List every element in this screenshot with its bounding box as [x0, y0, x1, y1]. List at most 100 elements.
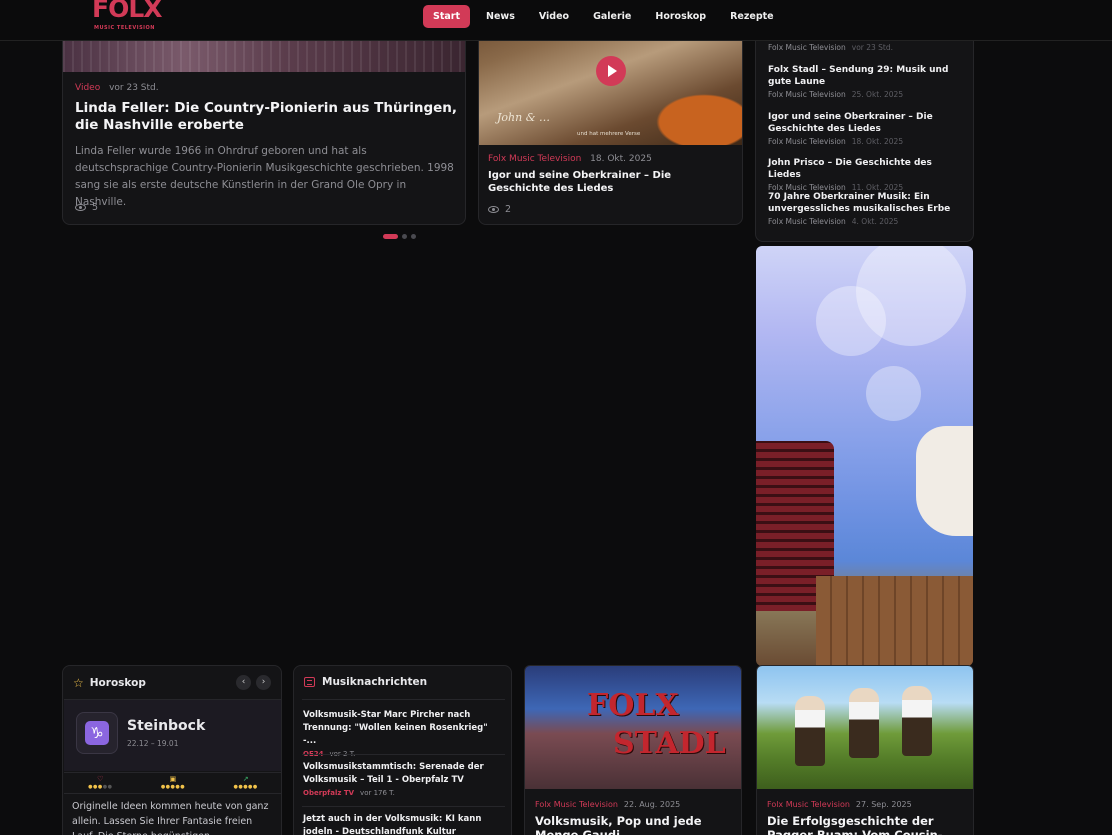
chevron-left-icon[interactable]: ‹: [236, 675, 251, 690]
balloon-shape: [816, 286, 886, 356]
musician-shape: [795, 696, 825, 766]
divider: [302, 754, 505, 755]
article-date: 22. Aug. 2025: [623, 800, 681, 809]
news-list-item[interactable]: Jetzt auch in der Volksmusik: KI kann jo…: [303, 813, 503, 835]
thumbnail-signature: John & …: [497, 111, 550, 124]
article-views: 2: [488, 204, 511, 215]
horoskop-heading: ☆ Horoskop: [73, 676, 146, 690]
list-item-meta: Folx Music Television 18. Okt. 2025: [768, 137, 904, 146]
list-item-meta: Folx Music Television vor 23 Std.: [768, 43, 894, 52]
fence-shape: [816, 576, 973, 666]
news-title[interactable]: Volksmusik-Star Marc Pircher nach Trennu…: [303, 709, 503, 748]
article-category[interactable]: Video: [75, 83, 100, 93]
news-title[interactable]: Volksmusikstammtisch: Serenade der Volks…: [303, 761, 503, 787]
image-text: FOLX: [587, 688, 679, 723]
zodiac-badge: ♑: [76, 712, 118, 754]
sidebar-list-item[interactable]: John Prisco – Die Geschichte des Liedes …: [768, 157, 963, 192]
chevron-right-icon[interactable]: ›: [256, 675, 271, 690]
brand-logo[interactable]: FOLX MUSIC TELEVISION: [92, 0, 172, 34]
list-item-title[interactable]: 70 Jahre Oberkrainer Musik: Ein unverges…: [768, 191, 963, 215]
featured-article-body: Video vor 23 Std. Linda Feller: Die Coun…: [75, 83, 460, 211]
list-item-title[interactable]: John Prisco – Die Geschichte des Liedes: [768, 157, 963, 181]
page: FOLX MUSIC TELEVISION Start News Video G…: [0, 0, 1112, 835]
news-meta: Oberpfalz TV vor 176 T.: [303, 789, 395, 797]
article-time: vor 23 Std.: [109, 83, 159, 93]
article-title[interactable]: Volksmusik, Pop und jede Menge Gaudi: [535, 814, 735, 835]
star-icon: ☆: [73, 676, 84, 690]
sidebar-list-item[interactable]: Igor und seine Oberkrainer – Die Geschic…: [768, 111, 963, 146]
nav-item-horoskop[interactable]: Horoskop: [644, 5, 717, 28]
divider: [302, 806, 505, 807]
nav-item-start[interactable]: Start: [423, 5, 471, 28]
rating-career: ↗ ●●●●●: [233, 774, 258, 791]
newspaper-icon: [304, 677, 315, 687]
horoskop-sign-name: Steinbock: [127, 718, 206, 734]
carousel-pagination: [383, 234, 416, 239]
article-meta: Folx Music Television 27. Sep. 2025: [767, 800, 912, 809]
musician-shape: [849, 688, 879, 758]
list-item-title[interactable]: Folx Stadl – Sendung 29: Musik und gute …: [768, 64, 963, 88]
article-image[interactable]: FOLX STADL: [525, 666, 741, 789]
eye-icon: [75, 204, 86, 211]
heart-icon: ♡: [97, 774, 104, 783]
horoskop-widget: ☆ Horoskop ‹ › ♑ Steinbock 22.12 – 19.01…: [62, 665, 282, 835]
news-list-item[interactable]: Volksmusik-Star Marc Pircher nach Trennu…: [303, 709, 503, 758]
wallet-icon: ▣: [169, 774, 177, 783]
play-icon[interactable]: [596, 56, 626, 86]
article-meta: Folx Music Television 22. Aug. 2025: [535, 800, 680, 809]
musik-heading: Musiknachrichten: [304, 676, 427, 688]
rating-money-dots: ●●●●●: [160, 783, 186, 790]
article-meta: Folx Music Television 18. Okt. 2025: [488, 154, 736, 164]
trend-up-icon: ↗: [242, 774, 249, 783]
rating-love: ♡ ●●●●●: [88, 774, 112, 791]
article-view-count: 2: [505, 204, 512, 215]
thumbnail-caption: und hat mehrere Verse: [577, 131, 641, 137]
carousel-dot[interactable]: [411, 234, 416, 239]
article-title[interactable]: Linda Feller: Die Country-Pionierin aus …: [75, 100, 460, 134]
rating-money: ▣ ●●●●●: [160, 774, 186, 791]
article-category[interactable]: Folx Music Television: [488, 154, 581, 164]
article-title[interactable]: Igor und seine Oberkrainer – Die Geschic…: [488, 169, 736, 195]
article-date: 18. Okt. 2025: [590, 154, 652, 164]
sidebar-list-item[interactable]: Folx Stadl – Sendung 29: Musik und gute …: [768, 64, 963, 99]
article-view-count: 5: [92, 202, 99, 213]
horoskop-sign-dates: 22.12 – 19.01: [127, 739, 179, 748]
image-text: STADL: [613, 726, 726, 761]
article-views: 5: [75, 202, 98, 213]
main-nav: Start News Video Galerie Horoskop Rezept…: [423, 5, 787, 28]
musik-heading-label: Musiknachrichten: [322, 676, 428, 688]
nav-item-video[interactable]: Video: [528, 5, 580, 28]
eye-icon: [488, 206, 499, 213]
list-item-meta: Folx Music Television 25. Okt. 2025: [768, 90, 904, 99]
nav-item-news[interactable]: News: [475, 5, 526, 28]
news-list-item[interactable]: Volksmusikstammtisch: Serenade der Volks…: [303, 761, 503, 797]
horoskop-arrows: ‹ ›: [236, 675, 271, 690]
sidebar-list-item[interactable]: 70 Jahre Oberkrainer Musik: Ein unverges…: [768, 191, 963, 226]
article-card[interactable]: Folx Music Television 27. Sep. 2025 Die E…: [756, 665, 974, 835]
horoskop-text: Originelle Ideen kommen heute von ganz a…: [72, 801, 269, 835]
article-card[interactable]: FOLX STADL Folx Music Television 22. Aug.…: [524, 665, 742, 835]
video-card-body: Folx Music Television 18. Okt. 2025 Igor…: [488, 154, 736, 195]
news-title[interactable]: Jetzt auch in der Volksmusik: KI kann jo…: [303, 813, 503, 835]
article-category[interactable]: Folx Music Television: [535, 800, 618, 809]
carousel-dot[interactable]: [402, 234, 407, 239]
article-image[interactable]: [757, 666, 973, 789]
article-date: 27. Sep. 2025: [855, 800, 912, 809]
performer-shape: [916, 426, 973, 536]
musiknachrichten-widget: Musiknachrichten Volksmusik-Star Marc Pi…: [293, 665, 512, 835]
nav-item-galerie[interactable]: Galerie: [582, 5, 642, 28]
horoskop-sign-panel: ♑ Steinbock 22.12 – 19.01: [64, 699, 281, 771]
sidebar-promo-image[interactable]: [756, 246, 973, 666]
balloon-shape: [866, 366, 921, 421]
article-title[interactable]: Die Erfolgsgeschichte der Pagger Buam: V…: [767, 814, 967, 835]
rating-career-dots: ●●●●●: [233, 783, 258, 790]
article-category[interactable]: Folx Music Television: [767, 800, 850, 809]
nav-item-rezepte[interactable]: Rezepte: [719, 5, 785, 28]
sidebar-list-item[interactable]: Folx Music Television vor 23 Std.: [768, 41, 963, 52]
brand-logo-wordmark: FOLX: [92, 0, 163, 23]
top-navigation-bar: FOLX MUSIC TELEVISION Start News Video G…: [0, 0, 1112, 41]
carousel-dot-active[interactable]: [383, 234, 398, 239]
horoskop-ratings: ♡ ●●●●● ▣ ●●●●● ↗ ●●●●●: [64, 772, 281, 794]
article-excerpt: Linda Feller wurde 1966 in Ohrdruf gebor…: [75, 145, 454, 208]
list-item-title[interactable]: Igor und seine Oberkrainer – Die Geschic…: [768, 111, 963, 135]
